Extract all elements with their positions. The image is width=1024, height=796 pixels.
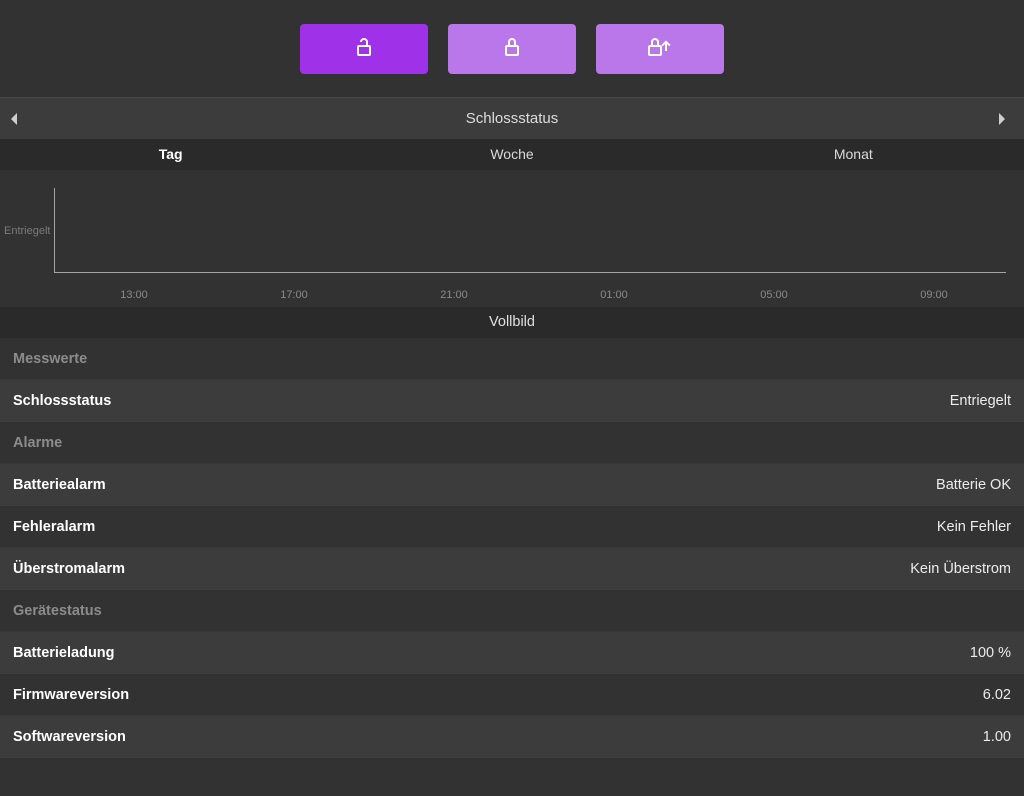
unlock-button[interactable] bbox=[300, 24, 428, 74]
fullscreen-button[interactable]: Vollbild bbox=[0, 307, 1024, 338]
tab-month[interactable]: Monat bbox=[683, 139, 1024, 170]
section-header-label: Gerätestatus bbox=[13, 603, 102, 619]
lock-and-go-button[interactable] bbox=[596, 24, 724, 74]
row-label: Fehleralarm bbox=[13, 519, 95, 535]
row-value: Batterie OK bbox=[936, 477, 1011, 493]
tab-week[interactable]: Woche bbox=[341, 139, 682, 170]
chart-y-category: Entriegelt bbox=[4, 225, 50, 237]
section-header-messwerte: Messwerte bbox=[0, 338, 1024, 380]
row-value: Kein Überstrom bbox=[910, 561, 1011, 577]
x-tick: 21:00 bbox=[374, 289, 534, 301]
lock-button[interactable] bbox=[448, 24, 576, 74]
row-value: 6.02 bbox=[983, 687, 1011, 703]
status-chart: Entriegelt 13:00 17:00 21:00 01:00 05:00… bbox=[0, 170, 1024, 307]
x-tick: 09:00 bbox=[854, 289, 1014, 301]
row-label: Firmwareversion bbox=[13, 687, 129, 703]
x-tick: 13:00 bbox=[54, 289, 214, 301]
chart-title: Schlossstatus bbox=[28, 110, 996, 127]
unlock-icon bbox=[352, 35, 376, 62]
lock-icon bbox=[500, 35, 524, 62]
row-label: Schlossstatus bbox=[13, 393, 111, 409]
lock-button-row bbox=[0, 0, 1024, 97]
chart-plot-area bbox=[54, 188, 1006, 273]
section-header-label: Alarme bbox=[13, 435, 62, 451]
x-tick: 05:00 bbox=[694, 289, 854, 301]
row-firmwareversion[interactable]: Firmwareversion 6.02 bbox=[0, 674, 1024, 716]
section-header-alarme: Alarme bbox=[0, 422, 1024, 464]
row-label: Batterieladung bbox=[13, 645, 115, 661]
row-fehleralarm[interactable]: Fehleralarm Kein Fehler bbox=[0, 506, 1024, 548]
status-list: Messwerte Schlossstatus Entriegelt Alarm… bbox=[0, 338, 1024, 758]
row-value: 1.00 bbox=[983, 729, 1011, 745]
section-header-label: Messwerte bbox=[13, 351, 87, 367]
nav-prev-button[interactable] bbox=[8, 111, 28, 127]
chart-navbar: Schlossstatus bbox=[0, 97, 1024, 139]
row-softwareversion[interactable]: Softwareversion 1.00 bbox=[0, 716, 1024, 758]
row-schlossstatus[interactable]: Schlossstatus Entriegelt bbox=[0, 380, 1024, 422]
section-header-geraetestatus: Gerätestatus bbox=[0, 590, 1024, 632]
row-label: Überstromalarm bbox=[13, 561, 125, 577]
row-value: Entriegelt bbox=[950, 393, 1011, 409]
x-tick: 17:00 bbox=[214, 289, 374, 301]
row-batteriealarm[interactable]: Batteriealarm Batterie OK bbox=[0, 464, 1024, 506]
row-ueberstromalarm[interactable]: Überstromalarm Kein Überstrom bbox=[0, 548, 1024, 590]
row-value: Kein Fehler bbox=[937, 519, 1011, 535]
x-tick: 01:00 bbox=[534, 289, 694, 301]
chart-x-ticks: 13:00 17:00 21:00 01:00 05:00 09:00 bbox=[54, 289, 1014, 301]
tab-day[interactable]: Tag bbox=[0, 139, 341, 170]
row-value: 100 % bbox=[970, 645, 1011, 661]
row-label: Batteriealarm bbox=[13, 477, 106, 493]
nav-next-button[interactable] bbox=[996, 111, 1016, 127]
row-batterieladung[interactable]: Batterieladung 100 % bbox=[0, 632, 1024, 674]
row-label: Softwareversion bbox=[13, 729, 126, 745]
time-range-tabs: Tag Woche Monat bbox=[0, 139, 1024, 170]
lock-up-arrow-icon bbox=[645, 35, 675, 62]
